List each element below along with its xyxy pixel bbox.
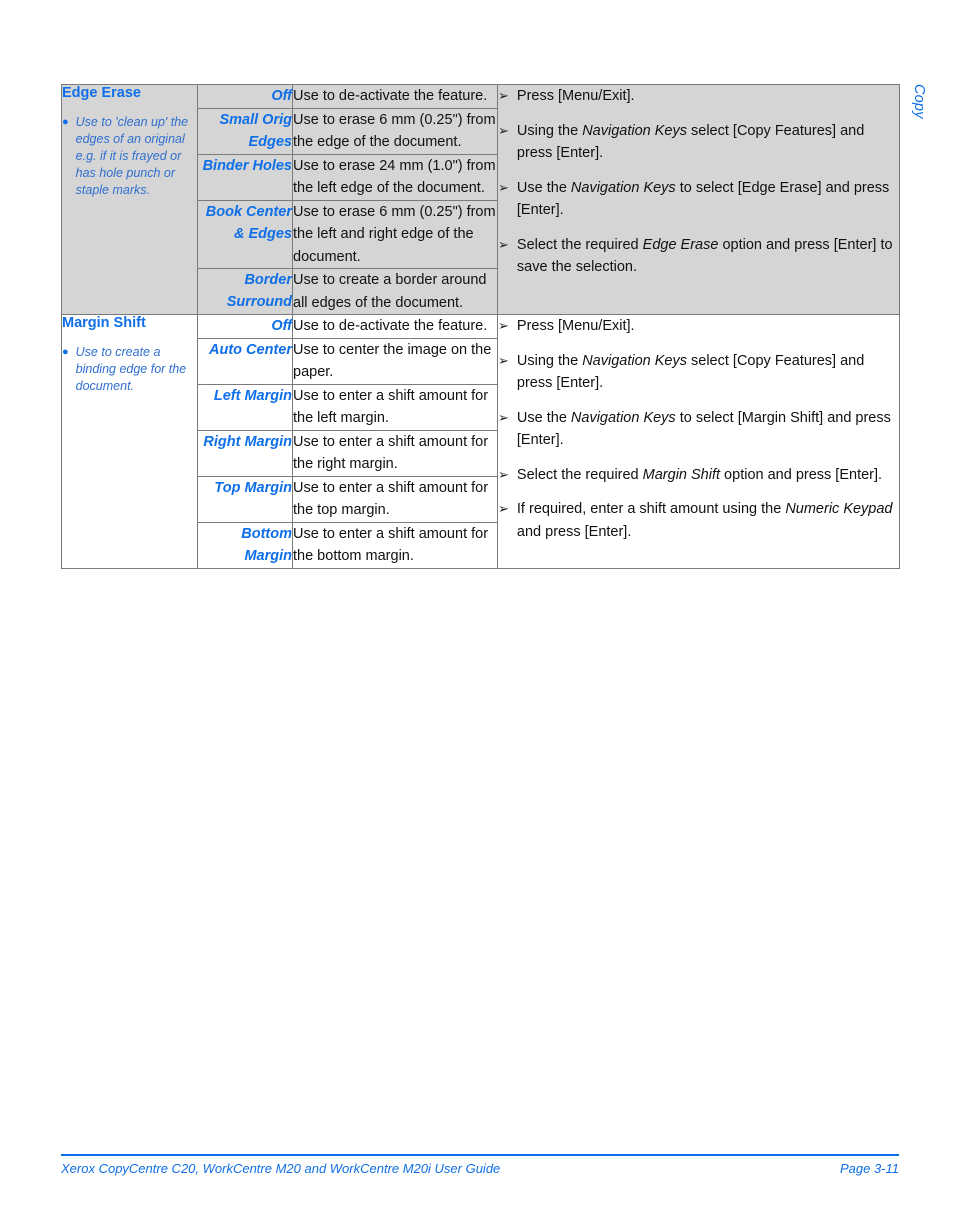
page-footer: Xerox CopyCentre C20, WorkCentre M20 and…: [61, 1161, 899, 1176]
feature-bullet: ● Use to 'clean up' the edges of an origi…: [62, 114, 197, 199]
instruction-step-text: Select the required Edge Erase option an…: [516, 236, 893, 276]
description-cell: Use to center the image on the paper.: [292, 337, 498, 385]
description-text: Use to create a border around all edges …: [293, 272, 487, 311]
instruction-step-text: Press [Menu/Exit].: [516, 318, 635, 334]
option-label: Small Orig Edges: [219, 111, 292, 150]
instruction-step: ➢ Use the Navigation Keys to select [Edge…: [498, 177, 899, 222]
feature-name-cell: Edge Erase ● Use to 'clean up' the edges o…: [61, 84, 198, 315]
description-cell: Use to enter a shift amount for the left…: [292, 383, 498, 431]
instructions-cell: ➢ Press [Menu/Exit]. ➢ Using the Navigation…: [497, 314, 900, 569]
description-text: Use to enter a shift amount for the left…: [293, 387, 489, 427]
description-text: Use to center the image on the paper.: [293, 341, 492, 381]
feature-name-cell: Margin Shift ● Use to create a binding edg…: [61, 314, 198, 569]
description-cell: Use to enter a shift amount for the righ…: [292, 429, 498, 477]
option-cell: Right Margin: [197, 429, 293, 477]
option-cell: Book Center & Edges: [197, 199, 293, 269]
description-text: Use to enter a shift amount for the top …: [293, 479, 489, 519]
bullet-dot-icon: ●: [62, 345, 69, 358]
description-cell: Use to erase 6 mm (0.25") from the edge …: [292, 107, 498, 155]
instruction-step: ➢ Press [Menu/Exit].: [498, 315, 899, 338]
option-cell: Binder Holes: [197, 153, 293, 201]
description-cell: Use to de-activate the feature.: [292, 84, 498, 109]
option-cell: Auto Center: [197, 337, 293, 385]
instruction-step: ➢ Use the Navigation Keys to select [Marg…: [498, 407, 899, 452]
option-label: Book Center & Edges: [205, 203, 292, 242]
option-cell: Small Orig Edges: [197, 107, 293, 155]
description-text: Use to erase 6 mm (0.25") from the edge …: [293, 111, 496, 151]
instruction-step-text: Using the Navigation Keys select [Copy F…: [516, 122, 865, 162]
instruction-step-text: If required, enter a shift amount using …: [516, 501, 893, 540]
arrow-bullet-icon: ➢: [498, 466, 509, 482]
option-cell: Off: [197, 84, 293, 109]
feature-bullet-text: Use to 'clean up' the edges of an origin…: [75, 114, 189, 197]
option-label: Off: [271, 318, 292, 334]
option-label: Off: [271, 88, 292, 104]
description-text: Use to enter a shift amount for the righ…: [293, 433, 489, 473]
description-cell: Use to erase 6 mm (0.25") from the left …: [292, 199, 498, 269]
instruction-step-text: Use the Navigation Keys to select [Margi…: [516, 409, 891, 449]
copy-features-table: Edge Erase ● Use to 'clean up' the edges o…: [61, 84, 900, 569]
footer-guide-title: Xerox CopyCentre C20, WorkCentre M20 and…: [61, 1161, 501, 1176]
table-row: Margin Shift ● Use to create a binding edg…: [61, 314, 900, 569]
bullet-dot-icon: ●: [62, 115, 69, 128]
instruction-step: ➢ Select the required Margin Shift option…: [498, 464, 899, 487]
option-cell: Off: [197, 314, 293, 339]
arrow-bullet-icon: ➢: [498, 236, 509, 252]
arrow-bullet-icon: ➢: [498, 501, 509, 516]
option-cell: Top Margin: [197, 475, 293, 523]
option-label: Left Margin: [213, 387, 292, 404]
feature-bullet-text: Use to create a binding edge for the doc…: [75, 344, 187, 393]
arrow-bullet-icon: ➢: [498, 179, 509, 195]
option-label: Top Margin: [214, 479, 292, 496]
instruction-step-text: Using the Navigation Keys select [Copy F…: [516, 352, 865, 392]
instruction-step-text: Press [Menu/Exit].: [516, 88, 635, 104]
instruction-step: ➢ Using the Navigation Keys select [Copy …: [498, 350, 899, 395]
instruction-step-text: Select the required Margin Shift option …: [516, 466, 883, 483]
option-cell: Left Margin: [197, 383, 293, 431]
description-cell: Use to create a border around all edges …: [292, 268, 498, 315]
option-cell: Bottom Margin: [197, 521, 293, 569]
arrow-bullet-icon: ➢: [498, 88, 509, 103]
description-text: Use to de-activate the feature.: [293, 88, 488, 104]
option-label: Border Surround: [226, 272, 292, 310]
description-cell: Use to erase 24 mm (1.0") from the left …: [292, 153, 498, 201]
instruction-step: ➢ Press [Menu/Exit].: [498, 85, 899, 108]
instructions-cell: ➢ Press [Menu/Exit]. ➢ Using the Navigation…: [497, 84, 900, 315]
description-text: Use to erase 6 mm (0.25") from the left …: [293, 203, 496, 265]
footer-divider: [61, 1154, 899, 1156]
arrow-bullet-icon: ➢: [498, 122, 509, 138]
description-cell: Use to enter a shift amount for the top …: [292, 475, 498, 523]
footer-page-number: Page 3-11: [839, 1161, 899, 1176]
description-cell: Use to enter a shift amount for the bott…: [292, 521, 498, 569]
section-side-tab: Copy: [911, 84, 927, 119]
feature-title: Edge Erase: [62, 85, 141, 101]
instruction-step: ➢ Select the required Edge Erase option a…: [498, 234, 899, 279]
table-body: Edge Erase ● Use to 'clean up' the edges o…: [61, 84, 900, 569]
description-text: Use to de-activate the feature.: [293, 318, 488, 334]
instruction-step-text: Use the Navigation Keys to select [Edge …: [516, 179, 890, 219]
arrow-bullet-icon: ➢: [498, 352, 509, 368]
option-label: Right Margin: [203, 433, 292, 450]
description-text: Use to erase 24 mm (1.0") from the left …: [293, 157, 496, 197]
option-label: Auto Center: [209, 341, 292, 358]
feature-bullet: ● Use to create a binding edge for the do…: [62, 344, 197, 395]
feature-title: Margin Shift: [62, 315, 146, 331]
instruction-step: ➢ If required, enter a shift amount using…: [498, 498, 899, 543]
description-cell: Use to de-activate the feature.: [292, 314, 498, 339]
table-row: Edge Erase ● Use to 'clean up' the edges o…: [61, 84, 900, 315]
option-cell: Border Surround: [197, 268, 293, 315]
description-text: Use to enter a shift amount for the bott…: [293, 525, 489, 565]
arrow-bullet-icon: ➢: [498, 318, 509, 333]
arrow-bullet-icon: ➢: [498, 409, 509, 425]
option-label: Bottom Margin: [241, 525, 292, 564]
instruction-step: ➢ Using the Navigation Keys select [Copy …: [498, 120, 899, 165]
option-label: Binder Holes: [202, 157, 292, 174]
